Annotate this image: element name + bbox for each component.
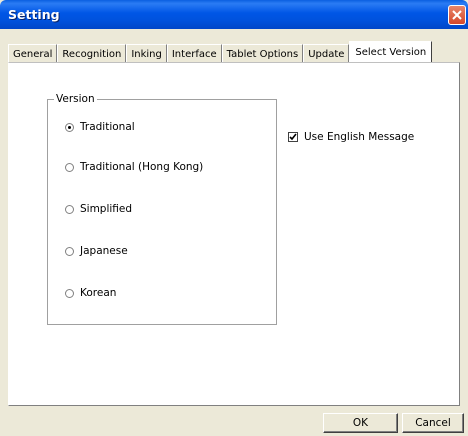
radio-label: Traditional xyxy=(80,121,135,133)
settings-window: Setting General Recognition Inking Inter… xyxy=(0,0,468,436)
use-english-checkbox[interactable]: Use English Message xyxy=(288,131,414,143)
radio-label: Japanese xyxy=(80,245,128,257)
version-group-label: Version xyxy=(54,93,97,105)
radio-button-icon xyxy=(65,204,74,214)
radio-button-icon xyxy=(65,122,74,132)
tab-tablet-options[interactable]: Tablet Options xyxy=(221,44,304,63)
radio-japanese[interactable]: Japanese xyxy=(65,245,128,257)
ok-button[interactable]: OK xyxy=(323,413,398,433)
radio-button-icon xyxy=(65,288,74,298)
tab-general[interactable]: General xyxy=(8,44,58,63)
window-title: Setting xyxy=(8,7,60,22)
tab-update[interactable]: Update xyxy=(303,44,350,63)
check-mark-icon xyxy=(289,133,297,141)
radio-traditional[interactable]: Traditional xyxy=(65,121,135,133)
close-icon xyxy=(452,10,462,20)
checkbox-label: Use English Message xyxy=(304,131,415,143)
radio-label: Simplified xyxy=(80,203,133,215)
tab-interface[interactable]: Interface xyxy=(166,44,222,63)
radio-button-icon xyxy=(65,246,74,256)
radio-traditional-hong-kong[interactable]: Traditional (Hong Kong) xyxy=(65,161,203,173)
title-bar[interactable]: Setting xyxy=(0,0,468,29)
close-button[interactable] xyxy=(448,5,466,25)
radio-label: Korean xyxy=(80,287,117,299)
radio-label: Traditional (Hong Kong) xyxy=(80,161,204,173)
radio-korean[interactable]: Korean xyxy=(65,287,116,299)
tab-recognition[interactable]: Recognition xyxy=(57,44,127,63)
radio-button-icon xyxy=(65,162,74,172)
tab-strip: General Recognition Inking Interface Tab… xyxy=(8,41,433,63)
cancel-button[interactable]: Cancel xyxy=(402,413,464,433)
tab-inking[interactable]: Inking xyxy=(126,44,167,63)
tab-select-version[interactable]: Select Version xyxy=(349,41,433,63)
radio-simplified[interactable]: Simplified xyxy=(65,203,132,215)
checkbox-icon xyxy=(288,132,298,142)
